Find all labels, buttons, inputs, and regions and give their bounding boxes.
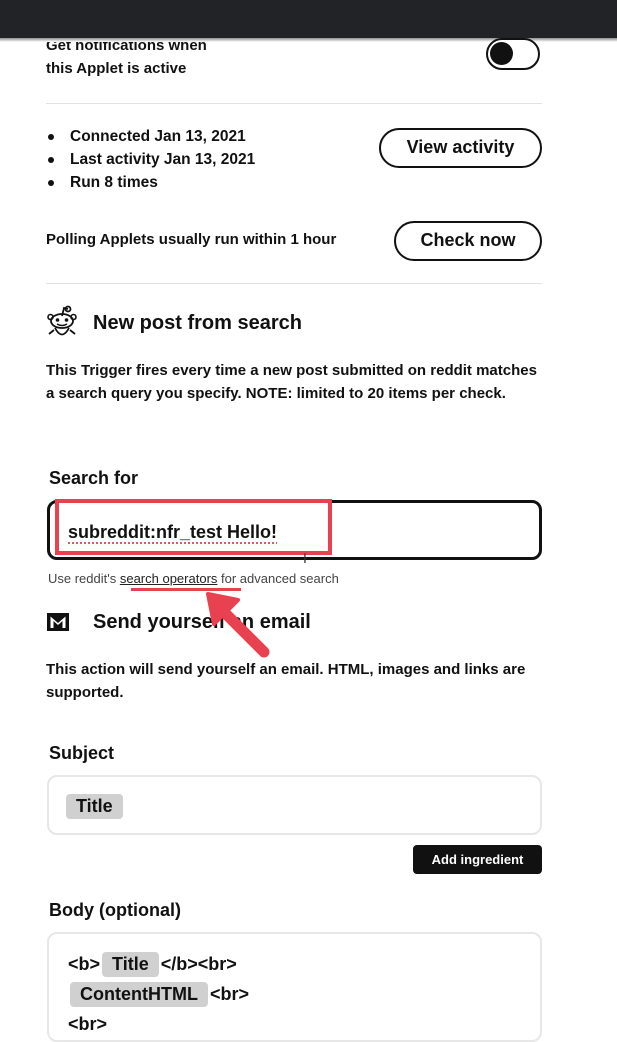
body-text: <b> [68,954,100,974]
divider [46,103,542,104]
reddit-icon [46,305,78,343]
toggle-knob [490,42,513,65]
body-line: <b> Title </b><br> [68,949,237,979]
ingredient-chip-contenthtml[interactable]: ContentHTML [70,982,208,1007]
notifications-toggle[interactable] [486,38,540,70]
subject-field[interactable]: Title [47,775,542,835]
status-connected: Connected Jan 13, 2021 [46,125,255,148]
ingredient-chip-title[interactable]: Title [102,952,159,977]
body-field[interactable]: <b> Title </b><br> ContentHTML <br> <br> [47,932,542,1042]
add-ingredient-button[interactable]: Add ingredient [413,845,542,874]
trigger-description: This Trigger fires every time a new post… [46,359,546,405]
annotation-highlight-box [55,499,332,555]
search-hint-suffix: for advanced search [217,571,338,586]
body-label: Body (optional) [49,900,181,921]
status-last-activity: Last activity Jan 13, 2021 [46,148,255,171]
view-activity-button[interactable]: View activity [379,128,542,168]
body-line: <br> [68,1009,107,1039]
ingredient-chip-title[interactable]: Title [66,794,123,819]
search-for-label: Search for [49,468,138,489]
annotation-arrow-icon [202,590,272,660]
search-operators-link[interactable]: search operators [120,571,218,586]
polling-info: Polling Applets usually run within 1 hou… [46,231,336,248]
subject-label: Subject [49,743,114,764]
notifications-label-line2: this Applet is active [46,57,346,80]
search-hint-prefix: Use reddit's [48,571,120,586]
body-text: </b><br> [161,954,237,974]
text-cursor-icon: I [303,550,307,566]
trigger-title: New post from search [93,312,302,335]
gmail-icon [46,610,70,634]
status-run-count: Run 8 times [46,171,255,194]
body-text: <br> [68,1014,107,1034]
divider [46,283,542,284]
top-bar-overlay [0,0,617,38]
check-now-button[interactable]: Check now [394,221,542,261]
search-hint: Use reddit's search operators for advanc… [48,571,339,586]
body-line: ContentHTML <br> [68,979,249,1009]
body-text: <br> [210,984,249,1004]
action-description: This action will send yourself an email.… [46,658,546,704]
status-list: Connected Jan 13, 2021 Last activity Jan… [46,125,255,194]
